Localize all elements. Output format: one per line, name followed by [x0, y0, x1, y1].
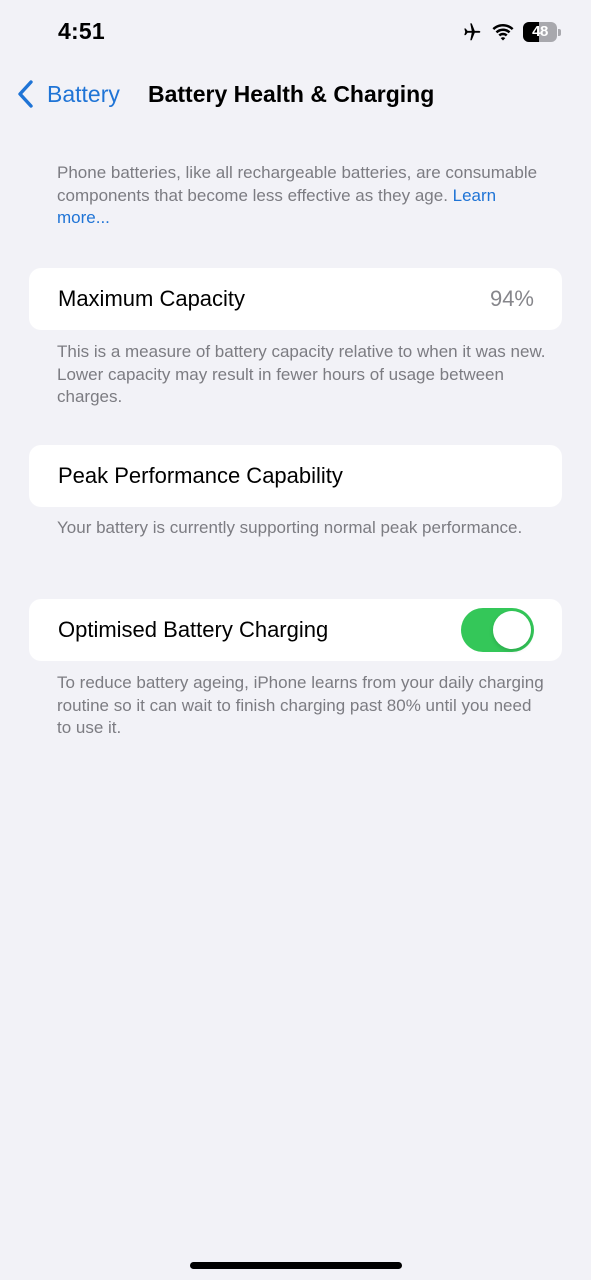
peak-performance-row: Peak Performance Capability	[29, 445, 562, 507]
chevron-left-icon	[18, 80, 33, 108]
navigation-bar: Battery Battery Health & Charging	[0, 74, 591, 118]
back-button[interactable]: Battery	[16, 78, 120, 110]
maximum-capacity-footer: This is a measure of battery capacity re…	[57, 342, 546, 406]
maximum-capacity-value: 94%	[489, 286, 534, 311]
optimised-charging-label: Optimised Battery Charging	[58, 617, 329, 642]
optimised-charging-footer: To reduce battery ageing, iPhone learns …	[57, 673, 544, 737]
maximum-capacity-label: Maximum Capacity	[58, 286, 246, 311]
intro-text: Phone batteries, like all rechargeable b…	[57, 162, 547, 230]
maximum-capacity-row: Maximum Capacity 94%	[29, 268, 562, 330]
wifi-icon	[492, 24, 514, 41]
battery-level: 48	[532, 23, 548, 40]
back-label: Battery	[47, 80, 120, 107]
status-icons: 48	[459, 21, 561, 43]
optimised-charging-row: Optimised Battery Charging	[29, 599, 562, 661]
peak-performance-label: Peak Performance Capability	[58, 463, 343, 488]
battery-nub	[558, 28, 561, 36]
home-indicator[interactable]	[190, 1262, 402, 1269]
airplane-mode-icon	[464, 23, 481, 41]
status-time: 4:51	[58, 18, 105, 44]
battery-icon: 48	[523, 22, 561, 42]
optimised-charging-toggle[interactable]	[461, 608, 534, 652]
toggle-knob	[493, 611, 531, 649]
page-title: Battery Health & Charging	[148, 81, 435, 107]
status-bar: 4:51 48	[0, 0, 591, 64]
peak-performance-footer: Your battery is currently supporting nor…	[57, 518, 523, 537]
battery-body: 48	[523, 22, 557, 42]
